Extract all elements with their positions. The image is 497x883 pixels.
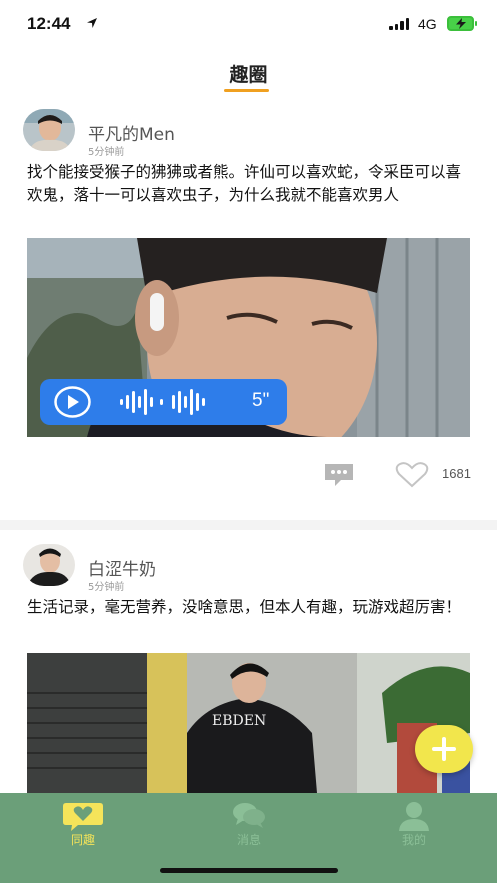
post-author[interactable]: 平凡的Men — [88, 120, 175, 145]
like-count: 1681 — [442, 466, 471, 481]
home-indicator[interactable] — [160, 868, 338, 873]
tab-label: 同趣 — [70, 833, 95, 847]
post-card[interactable]: 平凡的Men 5分钟前 找个能接受猴子的狒狒或者熊。许仙可以喜欢蛇，令采臣可以喜… — [0, 0, 497, 520]
tab-label: 我的 — [401, 833, 426, 847]
tab-messages[interactable]: 消息 — [189, 793, 309, 853]
chat-bubbles-icon — [233, 803, 265, 828]
user-icon — [399, 802, 429, 831]
svg-text:EBDEN: EBDEN — [212, 713, 266, 729]
waveform-icon — [120, 389, 205, 415]
tab-label: 消息 — [236, 833, 261, 847]
avatar[interactable] — [23, 544, 75, 586]
post-image[interactable]: EBDEN — [27, 653, 470, 793]
add-post-button[interactable] — [415, 725, 473, 773]
tab-me[interactable]: 我的 — [354, 793, 474, 853]
post-time: 5分钟前 — [88, 582, 125, 593]
voice-message[interactable]: 5" — [40, 379, 287, 425]
post-text: 找个能接受猴子的狒狒或者熊。许仙可以喜欢蛇，令采臣可以喜欢鬼，落十一可以喜欢虫子… — [27, 163, 462, 204]
post-author[interactable]: 白涩牛奶 — [88, 555, 156, 580]
post-divider — [0, 520, 497, 530]
post-time: 5分钟前 — [88, 147, 125, 158]
avatar[interactable] — [23, 109, 75, 151]
tab-tongqu[interactable]: 同趣 — [23, 793, 143, 853]
heart-icon[interactable] — [395, 462, 429, 488]
comment-icon[interactable] — [323, 462, 355, 488]
heart-chat-icon — [63, 803, 103, 831]
post-text: 生活记录，毫无营养，没啥意思，但本人有趣，玩游戏超厉害！ — [27, 598, 462, 616]
voice-duration: 5" — [252, 390, 270, 411]
play-icon[interactable] — [54, 386, 91, 418]
